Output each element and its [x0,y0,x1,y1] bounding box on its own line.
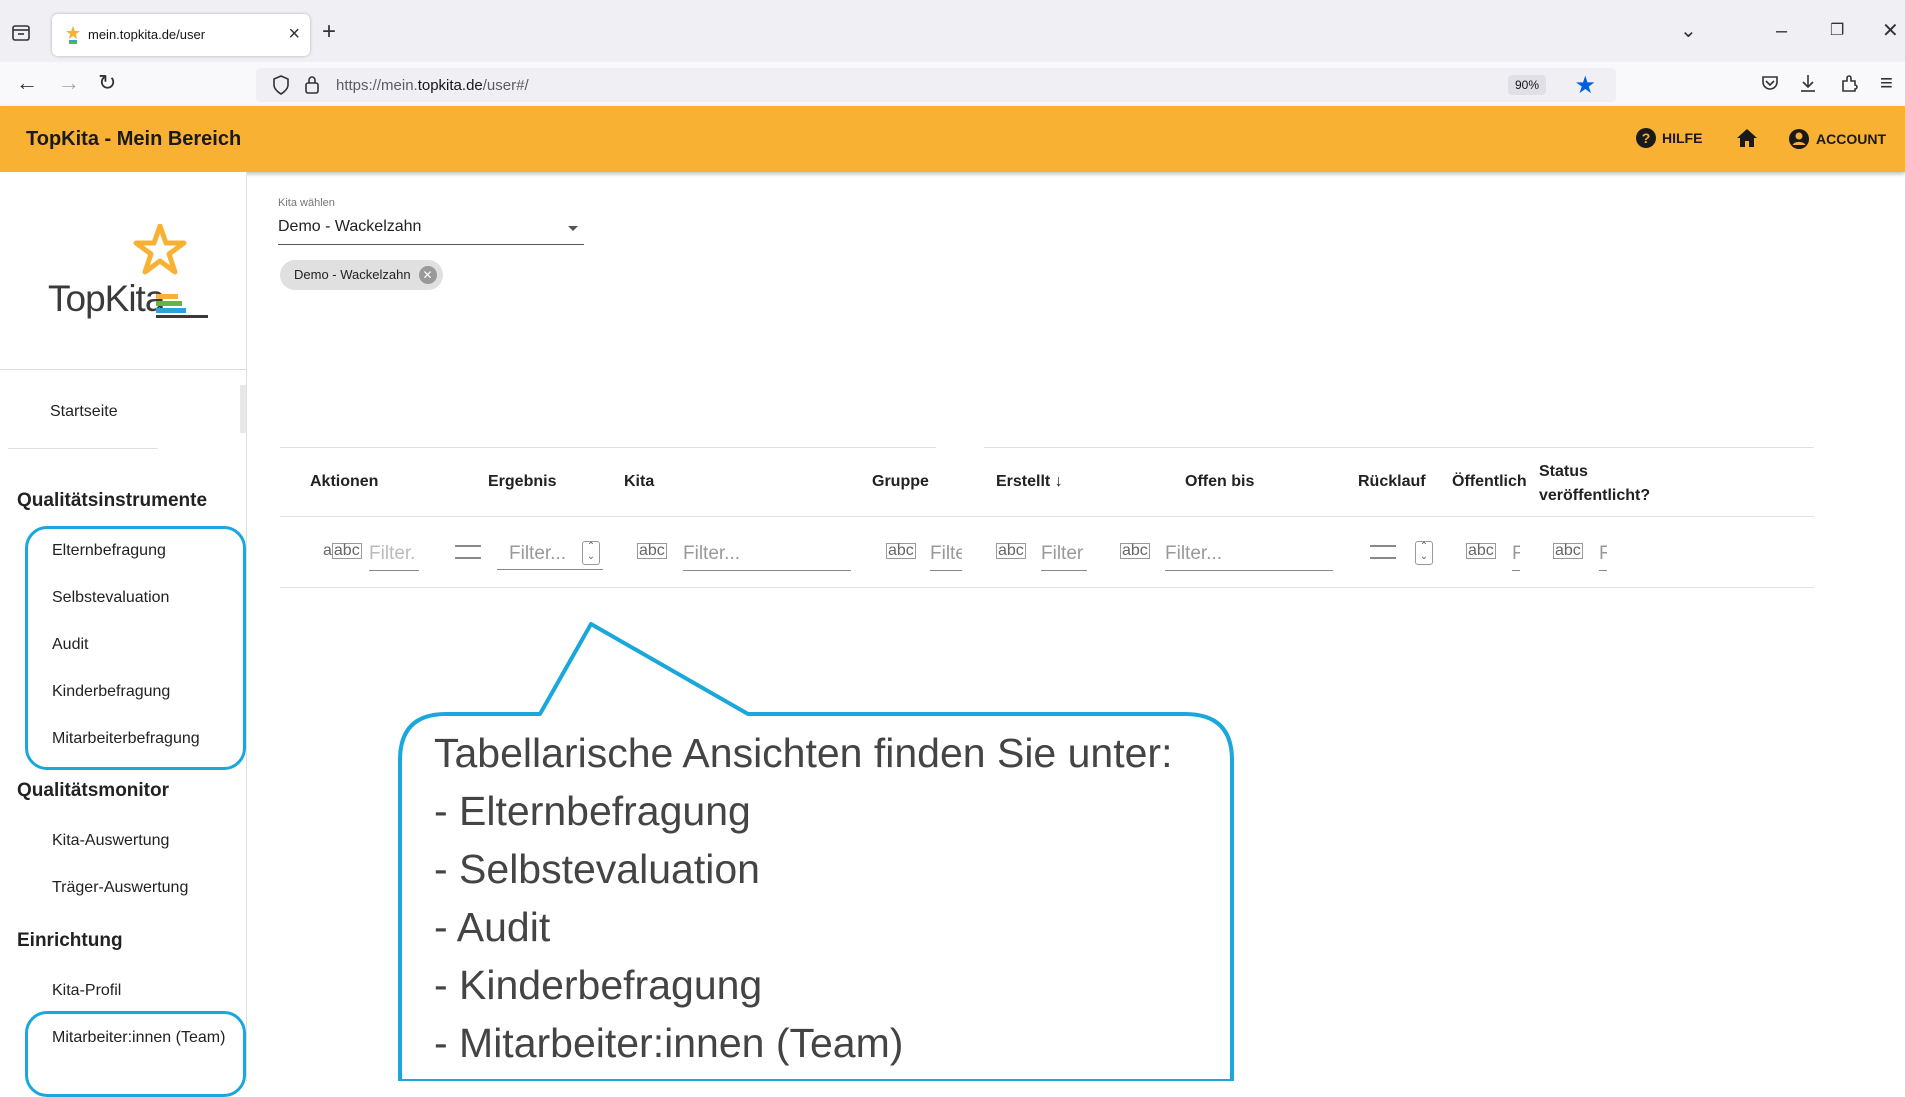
callout-line: - Kinderbefragung [434,962,763,1008]
callout-line: - Mitarbeiter:innen (Team) [434,1020,904,1066]
callout-line: - Audit [434,904,551,950]
callout-heading: Tabellarische Ansichten finden Sie unter… [434,730,1173,776]
callout-text: Tabellarische Ansichten finden Sie unter… [434,724,1172,1072]
callout-line: - Selbstevaluation [434,846,760,892]
callout-line: - Elternbefragung [434,788,751,834]
